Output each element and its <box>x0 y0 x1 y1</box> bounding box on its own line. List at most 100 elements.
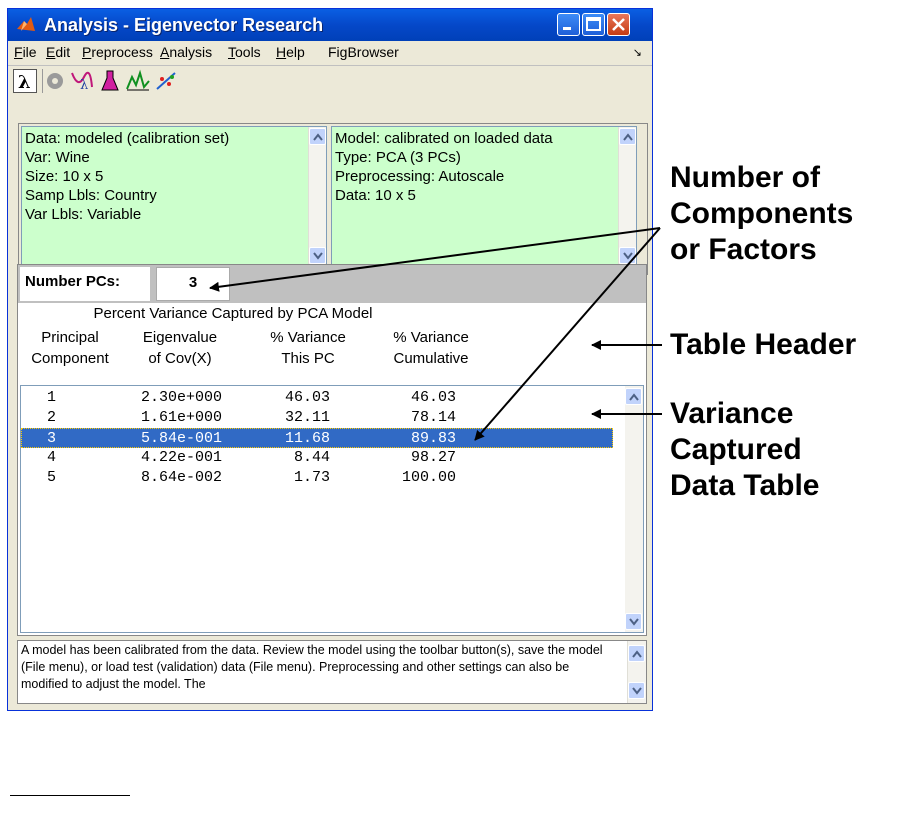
chevron-down-icon <box>629 618 639 626</box>
scroll-down-button[interactable] <box>628 682 645 699</box>
header-line: Principal <box>41 329 99 346</box>
scatter-icon[interactable] <box>154 69 178 93</box>
cell-variance-cumulative: 89.83 <box>411 430 457 447</box>
cell-pc: 3 <box>47 430 57 447</box>
table-row[interactable]: 5 8.64e-002 1.73 100.00 <box>21 468 613 488</box>
annotation-line: or Factors <box>670 233 817 266</box>
table-header-principal: Principal Component <box>18 327 122 369</box>
menu-preprocess-label: reprocess <box>91 44 153 60</box>
lambda-icon[interactable]: λ <box>13 69 37 93</box>
table-row[interactable]: 2 1.61e+000 32.11 78.14 <box>21 408 613 428</box>
scroll-up-button[interactable] <box>619 128 636 145</box>
annotation-line: Captured <box>670 433 802 466</box>
model-info-line: Preprocessing: Autoscale <box>335 168 505 185</box>
annotation-line: Data Table <box>670 469 820 502</box>
menu-figbrowser[interactable]: FigBrowser <box>328 44 399 60</box>
model-info-line: Type: PCA (3 PCs) <box>335 149 461 166</box>
data-info-line: Data: modeled (calibration set) <box>25 130 230 147</box>
cell-eigenvalue: 8.64e-002 <box>141 469 223 486</box>
cell-variance-pc: 11.68 <box>285 430 331 447</box>
menu-preprocess-mnemonic: P <box>82 44 92 60</box>
header-line: Eigenvalue <box>142 329 218 346</box>
data-info-line: Var: Wine <box>25 149 90 166</box>
svg-text:λ: λ <box>18 72 31 92</box>
variance-table[interactable]: 1 2.30e+000 46.03 46.03 2 1.61e+000 32.1… <box>20 385 644 633</box>
minimize-icon <box>563 27 571 30</box>
table-scrollbar[interactable] <box>625 386 643 632</box>
close-button[interactable] <box>607 13 630 36</box>
menu-help[interactable]: Help <box>276 44 305 60</box>
table-title: Percent Variance Captured by PCA Model <box>93 305 373 322</box>
cell-variance-cumulative: 98.27 <box>411 449 457 466</box>
table-row[interactable]: 1 2.30e+000 46.03 46.03 <box>21 388 613 408</box>
data-info-line: Var Lbls: Variable <box>25 206 142 223</box>
cell-variance-cumulative: 78.14 <box>411 409 457 426</box>
annotation-table-header: Table Header <box>670 327 856 363</box>
annotation-line: Table Header <box>670 328 857 361</box>
data-info-scrollbar[interactable] <box>308 127 326 265</box>
menu-edit[interactable]: Edit <box>46 44 70 60</box>
menu-tools[interactable]: Tools <box>228 44 261 60</box>
minimize-button[interactable] <box>557 13 580 36</box>
menu-file[interactable]: File <box>14 44 37 60</box>
menu-preprocess[interactable]: Preprocess <box>82 44 153 60</box>
cell-variance-cumulative: 100.00 <box>402 469 457 486</box>
header-line: Component <box>31 350 109 367</box>
table-header-eigenvalue: Eigenvalue of Cov(X) <box>130 327 230 369</box>
close-icon <box>612 18 625 31</box>
menu-analysis[interactable]: Analysis <box>160 44 212 60</box>
scroll-down-button[interactable] <box>625 613 642 630</box>
menu-figbrowser-label: FigBrowser <box>328 44 399 60</box>
header-line: Cumulative <box>393 350 469 367</box>
window-title: Analysis - Eigenvector Research <box>44 15 324 35</box>
header-line: % Variance <box>270 329 346 346</box>
menu-bar: File Edit Preprocess Analysis Tools Help… <box>8 42 652 64</box>
menu-edit-mnemonic: E <box>46 44 56 60</box>
scroll-up-button[interactable] <box>625 388 642 405</box>
chevron-up-icon <box>629 393 639 401</box>
flask-icon[interactable] <box>98 69 122 93</box>
menu-analysis-label: nalysis <box>169 44 213 60</box>
menu-edit-label: dit <box>55 44 71 60</box>
annotation-components: Number of Components or Factors <box>670 160 853 268</box>
annotation-variance: Variance Captured Data Table <box>670 396 820 504</box>
cell-variance-pc: 32.11 <box>285 409 331 426</box>
cell-variance-pc: 8.44 <box>294 449 331 466</box>
model-info-line: Data: 10 x 5 <box>335 187 416 204</box>
scroll-down-button[interactable] <box>309 247 326 264</box>
cell-pc: 4 <box>47 449 57 466</box>
chevron-up-icon <box>623 133 633 141</box>
dock-arrow-icon[interactable]: ↘ <box>633 46 642 59</box>
table-row-selected[interactable]: 3 5.84e-001 11.68 89.83 <box>21 428 613 448</box>
model-info-scrollbar[interactable] <box>618 127 636 265</box>
cell-eigenvalue: 4.22e-001 <box>141 449 223 466</box>
cell-variance-pc: 46.03 <box>285 389 331 406</box>
menu-tools-label: ools <box>235 44 261 60</box>
gear-icon[interactable] <box>42 69 66 93</box>
model-info-line: Model: calibrated on loaded data <box>335 130 553 147</box>
scroll-down-button[interactable] <box>619 247 636 264</box>
maximize-icon <box>586 17 601 31</box>
cell-variance-cumulative: 46.03 <box>411 389 457 406</box>
pcs-bar: Number PCs: 3 <box>18 265 646 303</box>
menu-file-mnemonic: F <box>14 44 23 60</box>
maximize-button[interactable] <box>582 13 605 36</box>
svg-text:λ: λ <box>80 78 88 93</box>
footnote-rule <box>10 795 130 796</box>
lambda-curve-icon[interactable]: λ <box>70 69 94 93</box>
chevron-down-icon <box>313 252 323 260</box>
matlab-logo-icon <box>17 17 35 31</box>
title-bar[interactable]: Analysis - Eigenvector Research <box>8 9 652 41</box>
annotation-line: Variance <box>670 397 794 430</box>
number-pcs-input[interactable]: 3 <box>156 267 230 301</box>
spectra-icon[interactable] <box>126 69 150 93</box>
scroll-up-button[interactable] <box>309 128 326 145</box>
status-scrollbar[interactable] <box>627 641 646 703</box>
menu-analysis-mnemonic: A <box>160 44 170 60</box>
table-row[interactable]: 4 4.22e-001 8.44 98.27 <box>21 448 613 468</box>
menu-tools-mnemonic: T <box>228 44 235 60</box>
status-text: A model has been calibrated from the dat… <box>21 643 603 691</box>
scroll-up-button[interactable] <box>628 645 645 662</box>
data-info-panel: Data: modeled (calibration set) Var: Win… <box>21 126 327 266</box>
cell-eigenvalue: 1.61e+000 <box>141 409 223 426</box>
